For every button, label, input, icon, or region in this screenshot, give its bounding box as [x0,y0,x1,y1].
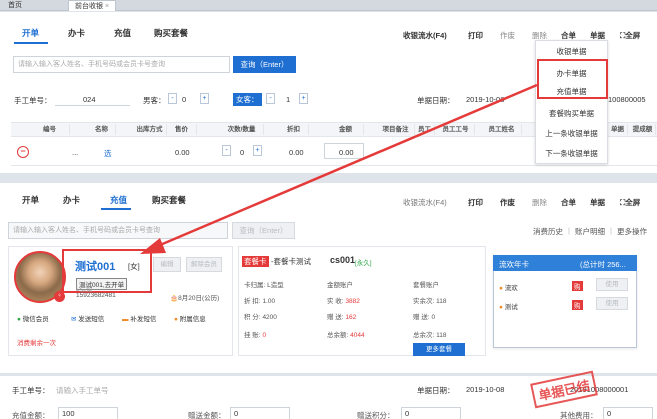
annotation-arrow [140,83,538,254]
arrow-head [140,238,166,254]
arrow-line [152,83,538,250]
